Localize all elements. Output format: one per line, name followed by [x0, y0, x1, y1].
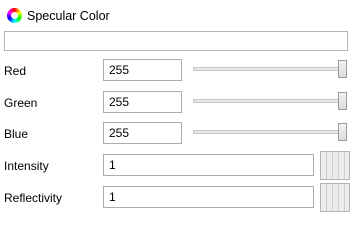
green-label: Green: [4, 96, 38, 110]
texture-picker-icon[interactable]: [320, 183, 350, 212]
reflectivity-label: Reflectivity: [4, 191, 63, 205]
green-input[interactable]: 255: [103, 91, 182, 113]
intensity-label: Intensity: [4, 159, 49, 173]
reflectivity-input[interactable]: 1: [103, 186, 314, 208]
intensity-input[interactable]: 1: [103, 154, 314, 176]
section-title: Specular Color: [27, 9, 110, 23]
blue-slider-thumb[interactable]: [338, 123, 347, 141]
green-slider-track[interactable]: [193, 99, 344, 103]
red-slider-track[interactable]: [193, 67, 344, 71]
green-slider-thumb[interactable]: [338, 92, 347, 110]
color-wheel-icon: [7, 8, 22, 23]
texture-picker-icon[interactable]: [320, 151, 350, 180]
red-slider-thumb[interactable]: [338, 60, 347, 78]
color-swatch[interactable]: [4, 31, 348, 51]
blue-label: Blue: [4, 127, 29, 141]
red-label: Red: [4, 64, 27, 78]
blue-slider-track[interactable]: [193, 130, 344, 134]
blue-input[interactable]: 255: [103, 122, 182, 144]
red-input[interactable]: 255: [103, 59, 182, 81]
